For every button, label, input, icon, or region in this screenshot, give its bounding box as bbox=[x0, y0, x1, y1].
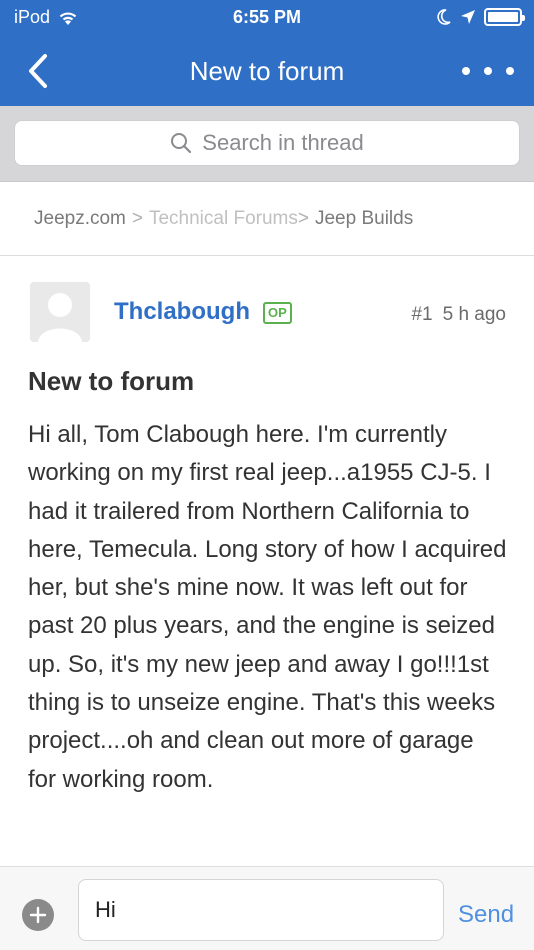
search-placeholder: Search in thread bbox=[202, 130, 364, 155]
status-indicators bbox=[436, 8, 525, 26]
breadcrumb-separator: > bbox=[131, 207, 143, 229]
post-body: Hi all, Tom Clabough here. I'm currently… bbox=[28, 421, 507, 793]
post: Thclabough OP #1 5 h ago New to forum Hi … bbox=[0, 256, 534, 866]
more-dot bbox=[506, 67, 514, 75]
breadcrumb-separator: > bbox=[297, 207, 309, 229]
breadcrumb-item-site[interactable]: Jeepz.com bbox=[34, 208, 126, 230]
search-bar-container: Search in thread bbox=[0, 106, 534, 182]
breadcrumb: Jeepz.com > Technical Forums > Jeep Buil… bbox=[0, 182, 534, 256]
more-options-button[interactable] bbox=[462, 52, 514, 90]
op-badge: OP bbox=[263, 302, 292, 324]
moon-icon bbox=[437, 9, 451, 25]
location-arrow-icon bbox=[461, 10, 475, 24]
send-button[interactable]: Send bbox=[458, 901, 514, 929]
more-dot bbox=[484, 67, 492, 75]
plus-circle-icon bbox=[29, 906, 47, 924]
avatar[interactable] bbox=[30, 282, 90, 342]
post-author[interactable]: Thclabough bbox=[114, 298, 250, 326]
reply-input[interactable] bbox=[78, 879, 444, 941]
search-input[interactable]: Search in thread bbox=[14, 120, 520, 166]
chevron-left-icon bbox=[29, 54, 47, 88]
add-attachment-button[interactable] bbox=[22, 899, 54, 931]
default-avatar-icon bbox=[30, 282, 90, 342]
status-bar: iPod 6:55 PM bbox=[0, 0, 534, 36]
battery-icon bbox=[484, 8, 525, 26]
post-time: 5 h ago bbox=[442, 304, 506, 325]
search-icon bbox=[171, 133, 192, 154]
back-button[interactable] bbox=[18, 50, 58, 92]
reply-bar: Send bbox=[0, 866, 534, 950]
breadcrumb-item-technical-forums[interactable]: Technical Forums bbox=[149, 208, 298, 230]
post-number: #1 bbox=[411, 304, 433, 325]
more-dots-icon bbox=[462, 67, 470, 75]
nav-title: New to forum bbox=[189, 56, 345, 86]
post-meta: #1 5 h ago bbox=[411, 304, 506, 326]
post-title: New to forum bbox=[28, 366, 195, 396]
breadcrumb-item-jeep-builds[interactable]: Jeep Builds bbox=[315, 208, 413, 230]
nav-bar: New to forum bbox=[0, 36, 534, 106]
